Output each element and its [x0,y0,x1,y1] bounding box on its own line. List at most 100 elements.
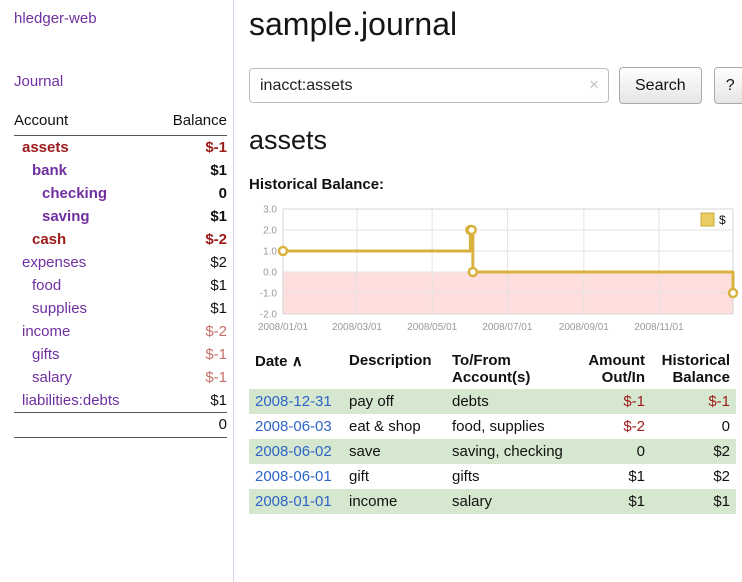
account-row-food: food $1 [14,274,227,297]
transaction-date-link[interactable]: 2008-06-02 [255,443,332,460]
account-link[interactable]: cash [32,231,66,248]
x-axis-tick-label: 2008/01/01 [258,322,308,333]
transaction-date-link[interactable]: 2008-12-31 [255,393,332,410]
data-point-marker[interactable] [729,289,737,297]
register-header-description: Description [343,349,446,389]
transaction-amount: $-1 [574,389,651,414]
account-balance: $1 [165,389,227,413]
register-table: Date ∧ Description To/From Account(s) Am… [249,349,736,514]
account-row-liabilities-debts: liabilities:debts $1 [14,389,227,413]
transaction-accounts: salary [446,489,574,514]
register-header-accounts: To/From Account(s) [446,349,574,389]
accounts-header-balance: Balance [165,112,227,136]
transaction-amount: $1 [574,464,651,489]
y-axis-tick-label: -1.0 [260,289,278,300]
clear-search-icon[interactable]: × [589,75,599,95]
transaction-accounts: food, supplies [446,414,574,439]
chart-title-label: Historical Balance: [249,176,736,193]
nav-journal-link[interactable]: Journal [14,73,227,90]
register-header-date[interactable]: Date ∧ [249,349,343,389]
x-axis-tick-label: 2008/05/01 [407,322,457,333]
app-title-link[interactable]: hledger-web [14,10,227,27]
historical-balance-chart[interactable]: 3.0 2.0 1.0 0.0 -1.0 -2.02008/01/01 2008/03/01… [249,199,739,339]
sidebar: hledger-web Journal Account Balance asse… [0,0,234,582]
y-axis-tick-label: -2.0 [260,310,278,321]
accounts-table: Account Balance assets $-1 bank $1 check… [14,112,227,438]
account-balance: 0 [165,182,227,205]
transaction-date-link[interactable]: 2008-01-01 [255,493,332,510]
account-link[interactable]: salary [32,369,72,386]
accounts-total-value: 0 [165,413,227,438]
search-form: × Search ? [249,67,736,104]
account-row-checking: checking 0 [14,182,227,205]
x-axis-tick-label: 2008/03/01 [332,322,382,333]
transaction-balance: $2 [651,464,736,489]
account-link[interactable]: liabilities:debts [22,392,120,409]
account-row-assets: assets $-1 [14,136,227,160]
account-row-salary: salary $-1 [14,366,227,389]
account-link[interactable]: supplies [32,300,87,317]
data-point-marker[interactable] [469,268,477,276]
account-heading: assets [249,125,736,156]
register-header-amount: Amount Out/In [574,349,651,389]
transaction-description: income [343,489,446,514]
account-balance: $1 [165,274,227,297]
account-link[interactable]: saving [42,208,90,225]
search-input[interactable] [249,68,609,103]
register-row: 2008-12-31 pay off debts $-1 $-1 [249,389,736,414]
transaction-balance: $2 [651,439,736,464]
account-link[interactable]: gifts [32,346,60,363]
account-row-cash: cash $-2 [14,228,227,251]
transaction-amount: 0 [574,439,651,464]
sort-ascending-icon: ∧ [292,353,303,370]
x-axis-tick-label: 2008/09/01 [559,322,609,333]
account-balance: $-2 [165,228,227,251]
y-axis-tick-label: 2.0 [263,226,277,237]
transaction-description: pay off [343,389,446,414]
transaction-description: save [343,439,446,464]
data-point-marker[interactable] [468,226,476,234]
account-row-gifts: gifts $-1 [14,343,227,366]
account-link[interactable]: expenses [22,254,86,271]
account-balance: $2 [165,251,227,274]
account-link[interactable]: checking [42,185,107,202]
register-row: 2008-01-01 income salary $1 $1 [249,489,736,514]
register-row: 2008-06-01 gift gifts $1 $2 [249,464,736,489]
transaction-accounts: gifts [446,464,574,489]
transaction-date-link[interactable]: 2008-06-01 [255,468,332,485]
register-header-balance: Historical Balance [651,349,736,389]
transaction-amount: $-2 [574,414,651,439]
page-title: sample.journal [249,6,736,43]
main-content: sample.journal × Search ? assets Histori… [235,0,742,582]
account-row-expenses: expenses $2 [14,251,227,274]
transaction-accounts: debts [446,389,574,414]
transaction-amount: $1 [574,489,651,514]
account-balance: $-1 [165,366,227,389]
x-axis-tick-label: 2008/11/01 [634,322,684,333]
account-row-saving: saving $1 [14,205,227,228]
legend-swatch [701,213,714,226]
transaction-balance: $1 [651,489,736,514]
account-link[interactable]: food [32,277,61,294]
help-button[interactable]: ? [714,67,742,104]
accounts-header-account: Account [14,112,165,136]
account-row-supplies: supplies $1 [14,297,227,320]
account-row-income: income $-2 [14,320,227,343]
y-axis-tick-label: 1.0 [263,247,277,258]
accounts-header-row: Account Balance [14,112,227,136]
register-row: 2008-06-02 save saving, checking 0 $2 [249,439,736,464]
account-link[interactable]: assets [22,139,69,156]
y-axis-tick-label: 0.0 [263,268,277,279]
account-link[interactable]: income [22,323,70,340]
transaction-date-link[interactable]: 2008-06-03 [255,418,332,435]
account-row-bank: bank $1 [14,159,227,182]
account-balance: $-1 [165,136,227,160]
account-balance: $-2 [165,320,227,343]
account-link[interactable]: bank [32,162,67,179]
transaction-accounts: saving, checking [446,439,574,464]
search-button[interactable]: Search [619,67,702,104]
y-axis-tick-label: 3.0 [263,205,277,216]
data-point-marker[interactable] [279,247,287,255]
account-balance: $1 [165,159,227,182]
register-row: 2008-06-03 eat & shop food, supplies $-2… [249,414,736,439]
